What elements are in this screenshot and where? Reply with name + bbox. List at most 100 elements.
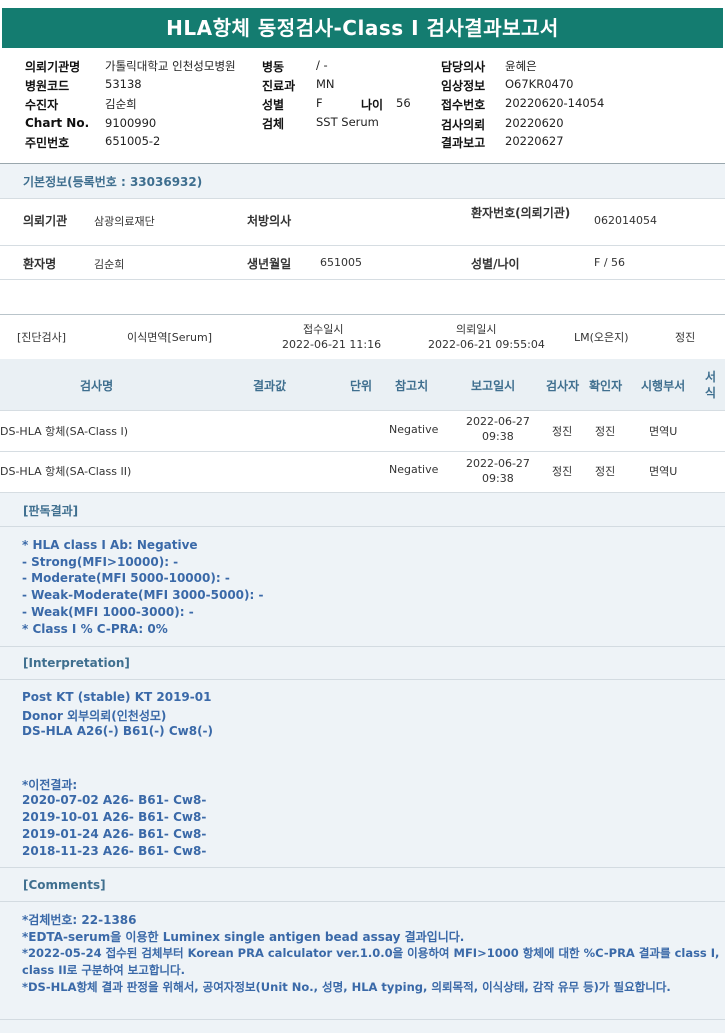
ward-value: / - [316,58,328,72]
col-report-date: 보고일시 [471,379,516,393]
hospcode-label: 병원코드 [25,79,70,93]
hospcode-value: 53138 [105,77,142,91]
clinical-value: O67KR0470 [505,77,574,91]
judgement-line: - Strong(MFI>10000): - [22,555,179,569]
report-value: 20220627 [505,134,564,148]
comment-line: *EDTA-serum을 이용한 Luminex single antigen … [22,930,465,944]
lm-value: LM(오은지) [574,331,629,344]
judgement-line: - Weak-Moderate(MFI 3000-5000): - [22,588,264,602]
patient-value: 김순희 [105,97,137,111]
previous-result: 2019-01-24 A26- B61- Cw8- [22,827,207,841]
col-result: 결과값 [253,379,287,393]
interpretation-line: Post KT (stable) KT 2019-01 [22,690,212,704]
dob-value: 651005 [320,256,362,269]
interpretation-line: Donor 외부의뢰(인천성모) [22,709,167,723]
department: 면역U [649,465,678,478]
col-checker: 확인자 [589,379,623,393]
comment-line: *DS-HLA항체 결과 판정을 위해서, 공여자정보(Unit No., 성명… [22,980,671,994]
report-label: 결과보고 [441,136,486,150]
tester: 정진 [552,425,573,438]
judgement-line: - Moderate(MFI 5000-10000): - [22,571,230,585]
divider [0,646,725,647]
report-time: 09:38 [482,430,514,443]
doctor-label: 담당의사 [441,60,486,74]
ward-label: 병동 [262,60,285,74]
exam-dept: 이식면역[Serum] [127,331,213,344]
hospital-label: 의뢰기관명 [25,60,81,74]
interpretation-title: [Interpretation] [23,656,130,670]
comment-line: *2022-05-24 접수된 검체부터 Korean PRA calculat… [22,946,720,977]
org-label: 의뢰기관 [23,214,68,228]
test-name: DS-HLA 항체(SA-Class II) [0,465,132,478]
previous-results-title: *이전결과: [22,778,78,792]
prescriber-label: 처방의사 [247,214,292,228]
report-title-bar: HLA항체 동정검사-Class I 검사결과보고서 [0,0,725,50]
chart-value: 9100990 [105,116,157,130]
col-form: 서식 [705,370,717,400]
sex-label: 성별 [262,98,285,112]
judgement-title: [판독결과] [23,504,79,518]
request-label: 검사의뢰 [441,118,486,132]
col-tester: 검사자 [546,379,580,393]
received-value: 2022-06-21 11:16 [282,338,382,351]
divider [0,410,725,411]
col-test-name: 검사명 [80,379,114,393]
patient-label: 수진자 [25,98,59,112]
tester: 정진 [552,465,573,478]
report-title: HLA항체 동정검사-Class I 검사결과보고서 [166,16,559,40]
receipt-value: 20220620-14054 [505,96,605,110]
rrn-label: 주민번호 [25,136,70,150]
exam-person: 정진 [675,331,696,344]
divider [0,1019,725,1020]
exam-category: [진단검사] [17,331,67,344]
col-unit: 단위 [350,379,373,393]
checker: 정진 [595,465,616,478]
received-label: 접수일시 [303,323,344,336]
previous-result: 2018-11-23 A26- B61- Cw8- [22,844,207,858]
reference-value: Negative [389,463,439,476]
test-name: DS-HLA 항체(SA-Class I) [0,425,129,438]
divider [0,245,725,246]
age-value: 56 [396,96,411,110]
doctor-value: 윤혜은 [505,59,537,73]
dob-label: 생년월일 [247,257,292,271]
interpretation-line: DS-HLA A26(-) B61(-) Cw8(-) [22,724,214,738]
divider [0,279,725,280]
dept-label: 진료과 [262,79,296,93]
previous-result: 2020-07-02 A26- B61- Cw8- [22,793,207,807]
divider [0,679,725,680]
report-time: 09:38 [482,472,514,485]
patient-name-value: 김순희 [94,258,125,271]
report-date: 2022-06-27 [466,457,530,470]
checker: 정진 [595,425,616,438]
previous-result: 2019-10-01 A26- B61- Cw8- [22,810,207,824]
reference-value: Negative [389,423,439,436]
comments-title: [Comments] [23,878,106,892]
specimen-label: 검체 [262,117,285,131]
divider [0,451,725,452]
patient-no-label: 환자번호(의뢰기관) [471,206,571,220]
divider [0,901,725,902]
divider [0,867,725,868]
dept-value: MN [316,77,335,91]
org-value: 삼광의료재단 [94,215,155,228]
patient-no-value: 062014054 [594,214,657,227]
specimen-value: SST Serum [316,115,379,129]
patient-name-label: 환자명 [23,257,57,271]
divider [0,314,725,315]
department: 면역U [649,425,678,438]
col-department: 시행부서 [641,379,686,393]
requested-label: 의뢰일시 [456,323,497,336]
col-reference: 참고치 [395,379,429,393]
hospital-value: 가톨릭대학교 인천성모병원 [105,59,236,73]
sex-age-value: F / 56 [594,256,626,269]
receipt-label: 접수번호 [441,98,486,112]
requested-value: 2022-06-21 09:55:04 [428,338,545,351]
sex-age-label: 성별/나이 [471,257,520,271]
rrn-value: 651005-2 [105,134,161,148]
chart-label: Chart No. [25,116,90,130]
divider [0,526,725,527]
judgement-line: * HLA class I Ab: Negative [22,538,198,552]
basic-info-title: 기본정보(등록번호 : 33036932) [23,175,203,189]
report-date: 2022-06-27 [466,415,530,428]
